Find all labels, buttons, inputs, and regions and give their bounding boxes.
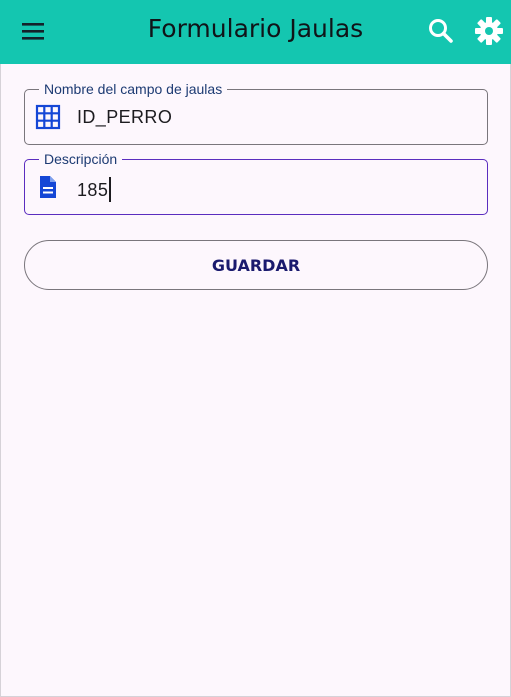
description-input[interactable]: Descripción 185	[24, 150, 488, 215]
search-icon[interactable]	[424, 14, 458, 48]
field-name-input[interactable]: Nombre del campo de jaulas ID_PERRO	[24, 80, 488, 145]
gear-icon[interactable]	[472, 14, 506, 48]
grid-icon	[35, 104, 61, 130]
field-name-label: Nombre del campo de jaulas	[39, 80, 228, 98]
description-label: Descripción	[39, 150, 123, 168]
app-bar: Formulario Jaulas	[0, 0, 511, 64]
save-button[interactable]: GUARDAR	[24, 240, 488, 290]
document-icon	[40, 176, 56, 198]
field-name-value: ID_PERRO	[77, 107, 173, 127]
text-cursor	[109, 177, 112, 202]
description-value: 185	[77, 177, 112, 202]
